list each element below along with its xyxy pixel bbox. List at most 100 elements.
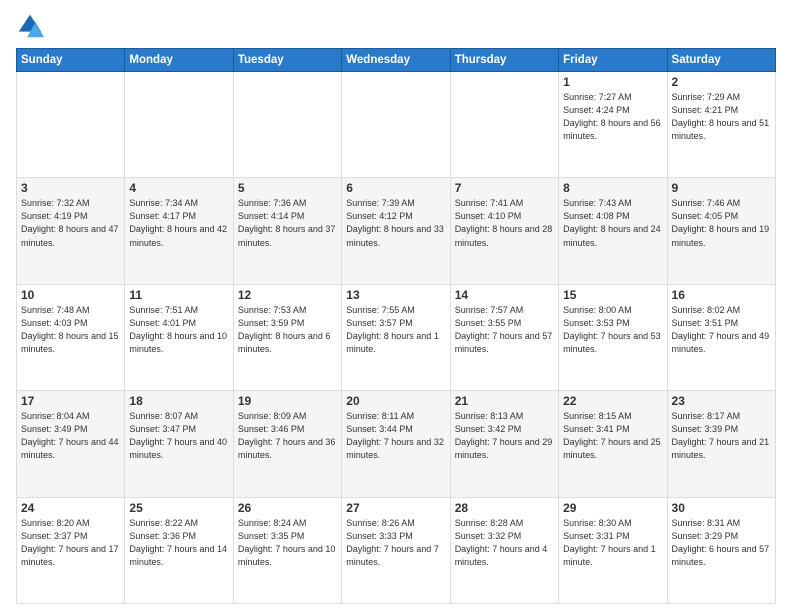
day-info: Sunrise: 8:11 AMSunset: 3:44 PMDaylight:… bbox=[346, 410, 445, 462]
day-number: 16 bbox=[672, 288, 771, 302]
day-info: Sunrise: 7:53 AMSunset: 3:59 PMDaylight:… bbox=[238, 304, 337, 356]
day-info: Sunrise: 8:22 AMSunset: 3:36 PMDaylight:… bbox=[129, 517, 228, 569]
calendar-cell: 14 Sunrise: 7:57 AMSunset: 3:55 PMDayligh… bbox=[450, 284, 558, 390]
day-info: Sunrise: 7:27 AMSunset: 4:24 PMDaylight:… bbox=[563, 91, 662, 143]
day-number: 9 bbox=[672, 181, 771, 195]
day-number: 1 bbox=[563, 75, 662, 89]
calendar-cell bbox=[342, 72, 450, 178]
weekday-header-sunday: Sunday bbox=[17, 49, 125, 72]
day-number: 2 bbox=[672, 75, 771, 89]
day-number: 7 bbox=[455, 181, 554, 195]
day-number: 8 bbox=[563, 181, 662, 195]
week-row-3: 17 Sunrise: 8:04 AMSunset: 3:49 PMDayligh… bbox=[17, 391, 776, 497]
calendar-cell: 28 Sunrise: 8:28 AMSunset: 3:32 PMDayligh… bbox=[450, 497, 558, 603]
day-number: 18 bbox=[129, 394, 228, 408]
week-row-2: 10Sunrise: 7:48 AMSunset: 4:03 PMDayligh… bbox=[17, 284, 776, 390]
week-row-4: 24 Sunrise: 8:20 AMSunset: 3:37 PMDayligh… bbox=[17, 497, 776, 603]
day-info: Sunrise: 7:48 AMSunset: 4:03 PMDaylight:… bbox=[21, 304, 120, 356]
calendar-cell: 18Sunrise: 8:07 AMSunset: 3:47 PMDayligh… bbox=[125, 391, 233, 497]
calendar-cell: 11 Sunrise: 7:51 AMSunset: 4:01 PMDayligh… bbox=[125, 284, 233, 390]
day-info: Sunrise: 8:24 AMSunset: 3:35 PMDaylight:… bbox=[238, 517, 337, 569]
calendar-cell: 1 Sunrise: 7:27 AMSunset: 4:24 PMDaylight… bbox=[559, 72, 667, 178]
logo-icon bbox=[16, 12, 44, 40]
day-number: 5 bbox=[238, 181, 337, 195]
day-info: Sunrise: 8:00 AMSunset: 3:53 PMDaylight:… bbox=[563, 304, 662, 356]
calendar-cell: 6Sunrise: 7:39 AMSunset: 4:12 PMDaylight… bbox=[342, 178, 450, 284]
day-info: Sunrise: 7:43 AMSunset: 4:08 PMDaylight:… bbox=[563, 197, 662, 249]
page: SundayMondayTuesdayWednesdayThursdayFrid… bbox=[0, 0, 792, 612]
calendar-cell: 30 Sunrise: 8:31 AMSunset: 3:29 PMDayligh… bbox=[667, 497, 775, 603]
calendar-cell: 17 Sunrise: 8:04 AMSunset: 3:49 PMDayligh… bbox=[17, 391, 125, 497]
day-number: 19 bbox=[238, 394, 337, 408]
weekday-header-tuesday: Tuesday bbox=[233, 49, 341, 72]
day-number: 21 bbox=[455, 394, 554, 408]
day-number: 11 bbox=[129, 288, 228, 302]
weekday-header-wednesday: Wednesday bbox=[342, 49, 450, 72]
calendar-cell: 27 Sunrise: 8:26 AMSunset: 3:33 PMDayligh… bbox=[342, 497, 450, 603]
day-info: Sunrise: 8:09 AMSunset: 3:46 PMDaylight:… bbox=[238, 410, 337, 462]
calendar-cell: 19 Sunrise: 8:09 AMSunset: 3:46 PMDayligh… bbox=[233, 391, 341, 497]
day-number: 29 bbox=[563, 501, 662, 515]
calendar-cell: 25 Sunrise: 8:22 AMSunset: 3:36 PMDayligh… bbox=[125, 497, 233, 603]
calendar-body: 1 Sunrise: 7:27 AMSunset: 4:24 PMDaylight… bbox=[17, 72, 776, 604]
weekday-header-monday: Monday bbox=[125, 49, 233, 72]
day-info: Sunrise: 8:28 AMSunset: 3:32 PMDaylight:… bbox=[455, 517, 554, 569]
day-info: Sunrise: 7:55 AMSunset: 3:57 PMDaylight:… bbox=[346, 304, 445, 356]
day-info: Sunrise: 8:04 AMSunset: 3:49 PMDaylight:… bbox=[21, 410, 120, 462]
calendar-cell: 5Sunrise: 7:36 AMSunset: 4:14 PMDaylight… bbox=[233, 178, 341, 284]
day-number: 24 bbox=[21, 501, 120, 515]
day-info: Sunrise: 8:15 AMSunset: 3:41 PMDaylight:… bbox=[563, 410, 662, 462]
day-info: Sunrise: 7:41 AMSunset: 4:10 PMDaylight:… bbox=[455, 197, 554, 249]
day-number: 17 bbox=[21, 394, 120, 408]
weekday-header-saturday: Saturday bbox=[667, 49, 775, 72]
calendar-cell: 3 Sunrise: 7:32 AMSunset: 4:19 PMDaylight… bbox=[17, 178, 125, 284]
calendar-cell: 10Sunrise: 7:48 AMSunset: 4:03 PMDayligh… bbox=[17, 284, 125, 390]
weekday-row: SundayMondayTuesdayWednesdayThursdayFrid… bbox=[17, 49, 776, 72]
day-number: 25 bbox=[129, 501, 228, 515]
weekday-header-thursday: Thursday bbox=[450, 49, 558, 72]
logo bbox=[16, 12, 48, 40]
calendar-cell: 21 Sunrise: 8:13 AMSunset: 3:42 PMDayligh… bbox=[450, 391, 558, 497]
calendar-cell: 13Sunrise: 7:55 AMSunset: 3:57 PMDayligh… bbox=[342, 284, 450, 390]
calendar-cell: 16Sunrise: 8:02 AMSunset: 3:51 PMDayligh… bbox=[667, 284, 775, 390]
calendar-cell: 23Sunrise: 8:17 AMSunset: 3:39 PMDayligh… bbox=[667, 391, 775, 497]
calendar-cell: 7 Sunrise: 7:41 AMSunset: 4:10 PMDaylight… bbox=[450, 178, 558, 284]
day-info: Sunrise: 7:39 AMSunset: 4:12 PMDaylight:… bbox=[346, 197, 445, 249]
day-info: Sunrise: 7:46 AMSunset: 4:05 PMDaylight:… bbox=[672, 197, 771, 249]
calendar: SundayMondayTuesdayWednesdayThursdayFrid… bbox=[16, 48, 776, 604]
day-number: 14 bbox=[455, 288, 554, 302]
day-info: Sunrise: 8:20 AMSunset: 3:37 PMDaylight:… bbox=[21, 517, 120, 569]
calendar-header: SundayMondayTuesdayWednesdayThursdayFrid… bbox=[17, 49, 776, 72]
day-number: 22 bbox=[563, 394, 662, 408]
calendar-cell: 4 Sunrise: 7:34 AMSunset: 4:17 PMDaylight… bbox=[125, 178, 233, 284]
day-number: 3 bbox=[21, 181, 120, 195]
header bbox=[16, 12, 776, 40]
day-number: 4 bbox=[129, 181, 228, 195]
day-number: 20 bbox=[346, 394, 445, 408]
day-info: Sunrise: 8:30 AMSunset: 3:31 PMDaylight:… bbox=[563, 517, 662, 569]
day-info: Sunrise: 7:29 AMSunset: 4:21 PMDaylight:… bbox=[672, 91, 771, 143]
day-number: 27 bbox=[346, 501, 445, 515]
day-info: Sunrise: 7:57 AMSunset: 3:55 PMDaylight:… bbox=[455, 304, 554, 356]
calendar-cell: 2 Sunrise: 7:29 AMSunset: 4:21 PMDaylight… bbox=[667, 72, 775, 178]
calendar-cell: 29 Sunrise: 8:30 AMSunset: 3:31 PMDayligh… bbox=[559, 497, 667, 603]
day-info: Sunrise: 7:34 AMSunset: 4:17 PMDaylight:… bbox=[129, 197, 228, 249]
calendar-cell: 12 Sunrise: 7:53 AMSunset: 3:59 PMDayligh… bbox=[233, 284, 341, 390]
weekday-header-friday: Friday bbox=[559, 49, 667, 72]
day-number: 26 bbox=[238, 501, 337, 515]
day-info: Sunrise: 8:26 AMSunset: 3:33 PMDaylight:… bbox=[346, 517, 445, 569]
calendar-cell bbox=[450, 72, 558, 178]
day-info: Sunrise: 8:31 AMSunset: 3:29 PMDaylight:… bbox=[672, 517, 771, 569]
day-info: Sunrise: 7:32 AMSunset: 4:19 PMDaylight:… bbox=[21, 197, 120, 249]
day-info: Sunrise: 8:13 AMSunset: 3:42 PMDaylight:… bbox=[455, 410, 554, 462]
day-info: Sunrise: 7:51 AMSunset: 4:01 PMDaylight:… bbox=[129, 304, 228, 356]
calendar-cell: 24 Sunrise: 8:20 AMSunset: 3:37 PMDayligh… bbox=[17, 497, 125, 603]
calendar-cell: 8 Sunrise: 7:43 AMSunset: 4:08 PMDaylight… bbox=[559, 178, 667, 284]
calendar-cell: 26 Sunrise: 8:24 AMSunset: 3:35 PMDayligh… bbox=[233, 497, 341, 603]
day-number: 30 bbox=[672, 501, 771, 515]
day-number: 28 bbox=[455, 501, 554, 515]
day-info: Sunrise: 8:17 AMSunset: 3:39 PMDaylight:… bbox=[672, 410, 771, 462]
week-row-0: 1 Sunrise: 7:27 AMSunset: 4:24 PMDaylight… bbox=[17, 72, 776, 178]
day-number: 12 bbox=[238, 288, 337, 302]
calendar-cell: 9 Sunrise: 7:46 AMSunset: 4:05 PMDaylight… bbox=[667, 178, 775, 284]
